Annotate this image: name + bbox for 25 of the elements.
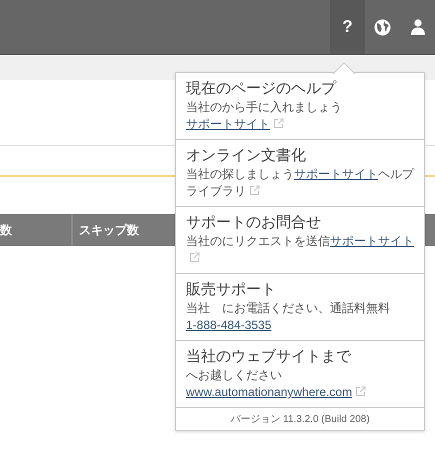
globe-icon — [374, 18, 391, 36]
menu-item-title[interactable]: 当社のウェブサイトまで — [186, 347, 416, 367]
help-button[interactable]: ? — [330, 0, 365, 54]
column-header: スキップ数 — [78, 222, 139, 238]
version-text: バージョン 11.3.2.0 (Build 208) — [229, 413, 371, 427]
support-link[interactable]: サポートサイト — [330, 234, 414, 248]
menu-item-title[interactable]: サポートのお問合せ — [186, 213, 416, 233]
column-header: 数 — [0, 214, 73, 246]
menu-item-title[interactable]: オンライン文書化 — [186, 146, 416, 166]
menu-item-title[interactable]: 販売サポート — [186, 280, 416, 300]
support-link[interactable]: www.automationanywhere.com — [186, 385, 352, 399]
external-link-icon — [189, 252, 200, 263]
support-link[interactable]: 1-888-484-3535 — [186, 318, 272, 332]
external-link-icon — [355, 386, 366, 397]
external-link-icon — [273, 118, 284, 129]
external-link-icon — [249, 185, 260, 196]
menu-item-title[interactable]: 現在のページのヘルプ — [186, 79, 416, 99]
menu-item-text: 当社 にお電話ください、通話料無料 1-888-484-3535 — [186, 300, 391, 334]
support-link[interactable]: サポートサイト — [294, 167, 378, 181]
menu-item-text: へお越しください www.automationanywhere.com — [186, 367, 416, 401]
user-icon — [410, 19, 424, 35]
menu-item-text: 当社のにリクエストを送信サポートサイト — [186, 233, 416, 267]
menu-item-text: 当社の探しましょう サポートサイト ヘルプライブラリ — [186, 166, 416, 200]
menu-item-text: 当社のから手に入れましょう サポートサイト — [186, 99, 343, 133]
support-link[interactable]: サポートサイト — [186, 117, 270, 131]
